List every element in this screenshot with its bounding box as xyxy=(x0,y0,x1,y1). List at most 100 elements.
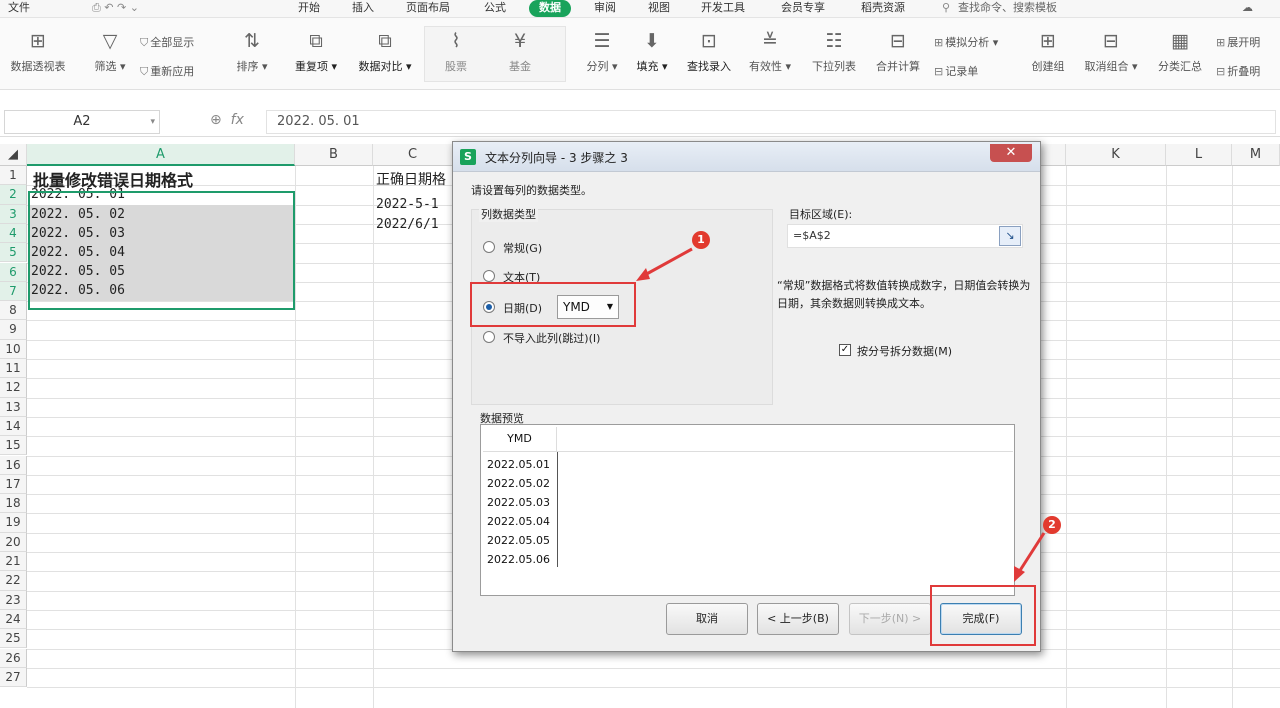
preview-value: 2022.05.05 xyxy=(487,534,550,547)
row-header[interactable]: 20 xyxy=(0,532,27,552)
fill-button[interactable]: ⬇ 填充 ▾ xyxy=(632,30,672,74)
checkbox[interactable]: ✓ xyxy=(839,344,851,356)
row-header[interactable]: 6 xyxy=(0,262,27,282)
row-header[interactable]: 4 xyxy=(0,223,27,244)
preview-value: 2022.05.06 xyxy=(487,553,550,566)
row-header[interactable]: 25 xyxy=(0,629,27,649)
row-header[interactable]: 18 xyxy=(0,494,27,514)
row-header[interactable]: 19 xyxy=(0,513,27,533)
menu-formula[interactable]: 公式 xyxy=(484,0,506,17)
data-preview-pane[interactable]: YMD 2022.05.01 2022.05.02 2022.05.03 202… xyxy=(480,424,1015,596)
cancel-button[interactable]: 取消 xyxy=(666,603,748,635)
radio-text[interactable] xyxy=(483,270,495,282)
expand-detail-button[interactable]: ⊞ 展开明 xyxy=(1216,34,1260,50)
consolidate-button[interactable]: ⊟ 合并计算 xyxy=(870,30,926,74)
col-header-c[interactable]: C xyxy=(373,144,453,166)
row-header[interactable]: 17 xyxy=(0,474,27,495)
lookup-entry-button[interactable]: ⊡ 查找录入 xyxy=(682,30,736,74)
cell-c2[interactable]: 2022-5-1 xyxy=(376,195,439,214)
row-header[interactable]: 15 xyxy=(0,436,27,456)
fx-icon[interactable]: fx xyxy=(231,112,244,128)
row-header[interactable]: 26 xyxy=(0,648,27,668)
select-all-corner[interactable]: ◢ xyxy=(0,144,27,166)
target-range-input[interactable]: =$A$2 ↘ xyxy=(787,224,1023,248)
row-header[interactable]: 21 xyxy=(0,552,27,572)
next-button[interactable]: 下一步(N) > xyxy=(849,603,931,635)
row-header[interactable]: 22 xyxy=(0,571,27,591)
row-header[interactable]: 10 xyxy=(0,339,27,359)
label-general[interactable]: 常规(G) xyxy=(503,240,542,256)
row-header[interactable]: 16 xyxy=(0,455,27,475)
menu-dev-tools[interactable]: 开发工具 xyxy=(701,0,745,17)
search-icon[interactable]: ⚲ xyxy=(942,0,950,17)
checkbox-label[interactable]: 按分号拆分数据(M) xyxy=(857,343,952,359)
list-icon: ☷ xyxy=(825,30,843,52)
radio-general[interactable] xyxy=(483,241,495,253)
show-all-button[interactable]: ⛉ 全部显示 xyxy=(140,34,194,50)
row-header[interactable]: 23 xyxy=(0,590,27,610)
label-skip[interactable]: 不导入此列(跳过)(I) xyxy=(503,330,600,346)
cloud-icon[interactable]: ☁ xyxy=(1242,0,1253,17)
close-icon[interactable]: ✕ xyxy=(990,144,1032,162)
col-header-l[interactable]: L xyxy=(1166,144,1232,166)
file-menu[interactable]: 文件 xyxy=(8,0,30,17)
create-group-button[interactable]: ⊞ 创建组 xyxy=(1026,30,1070,74)
row-header[interactable]: 2 xyxy=(0,185,27,205)
fund-button[interactable]: ¥ 基金 xyxy=(500,30,540,74)
col-header-b[interactable]: B xyxy=(295,144,373,166)
pivot-table-button[interactable]: ⊞ 数据透视表 xyxy=(6,30,70,74)
row-header[interactable]: 24 xyxy=(0,609,27,630)
ungroup-button[interactable]: ⊟ 取消组合 ▾ xyxy=(1080,30,1142,74)
subtotal-button[interactable]: ▦ 分类汇总 xyxy=(1154,30,1206,74)
dropdown-list-button[interactable]: ☷ 下拉列表 xyxy=(806,30,862,74)
row-header[interactable]: 8 xyxy=(0,301,27,321)
data-compare-button[interactable]: ⧉ 数据对比 ▾ xyxy=(354,30,416,74)
sort-button[interactable]: ⇅ 排序 ▾ xyxy=(232,30,272,74)
menu-review[interactable]: 审阅 xyxy=(594,0,616,17)
col-header-j[interactable] xyxy=(1040,144,1066,166)
row-header[interactable]: 12 xyxy=(0,378,27,398)
col-header-m[interactable]: M xyxy=(1232,144,1280,166)
row-header[interactable]: 14 xyxy=(0,416,27,437)
col-header-a[interactable]: A xyxy=(27,144,295,166)
menu-insert[interactable]: 插入 xyxy=(352,0,374,17)
row-header[interactable]: 1 xyxy=(0,166,27,186)
col-header-k[interactable]: K xyxy=(1066,144,1166,166)
filter-button[interactable]: ▽ 筛选 ▾ xyxy=(90,30,130,74)
menu-data[interactable]: 数据 xyxy=(529,0,571,17)
dialog-titlebar[interactable]: S 文本分列向导 - 3 步骤之 3 ✕ xyxy=(453,142,1040,172)
reapply-button[interactable]: ⛉ 重新应用 xyxy=(140,63,194,79)
coin-icon: ¥ xyxy=(513,30,527,52)
what-if-button[interactable]: ⊞ 模拟分析 ▾ xyxy=(934,34,998,50)
row-header[interactable]: 9 xyxy=(0,320,27,340)
cell-c3[interactable]: 2022/6/1 xyxy=(376,215,439,234)
collapse-detail-button[interactable]: ⊟ 折叠明 xyxy=(1216,63,1260,79)
back-button[interactable]: < 上一步(B) xyxy=(757,603,839,635)
menu-docer[interactable]: 稻壳资源 xyxy=(861,0,905,17)
preview-column-header: YMD xyxy=(483,427,557,452)
split-column-button[interactable]: ☰ 分列 ▾ xyxy=(584,30,620,74)
radio-skip[interactable] xyxy=(483,331,495,343)
row-header[interactable]: 11 xyxy=(0,359,27,379)
row-header[interactable]: 5 xyxy=(0,243,27,263)
quick-access-icons[interactable]: ⎙ ↶ ↷ ⌄ xyxy=(92,0,139,17)
menu-page-layout[interactable]: 页面布局 xyxy=(406,0,450,17)
chevron-down-icon[interactable]: ▾ xyxy=(150,111,155,133)
row-header[interactable]: 13 xyxy=(0,397,27,417)
zoom-icon[interactable]: ⊕ xyxy=(210,112,222,128)
cell-c1[interactable]: 正确日期格 xyxy=(376,171,446,190)
formula-input[interactable]: 2022. 05. 01 xyxy=(266,110,1276,134)
row-header[interactable]: 7 xyxy=(0,281,27,302)
menu-view[interactable]: 视图 xyxy=(648,0,670,17)
row-header[interactable]: 27 xyxy=(0,667,27,688)
name-box[interactable]: A2 ▾ xyxy=(4,110,160,134)
range-picker-icon[interactable]: ↘ xyxy=(999,226,1021,246)
row-header[interactable]: 3 xyxy=(0,204,27,224)
record-form-button[interactable]: ⊟ 记录单 xyxy=(934,63,978,79)
stocks-button[interactable]: ⌇ 股票 xyxy=(436,30,476,74)
duplicates-button[interactable]: ⧉ 重复项 ▾ xyxy=(290,30,342,74)
validity-button[interactable]: ≚ 有效性 ▾ xyxy=(746,30,794,74)
menu-home[interactable]: 开始 xyxy=(298,0,320,17)
command-search[interactable]: 查找命令、搜索模板 xyxy=(958,0,1057,17)
menu-member[interactable]: 会员专享 xyxy=(781,0,825,17)
